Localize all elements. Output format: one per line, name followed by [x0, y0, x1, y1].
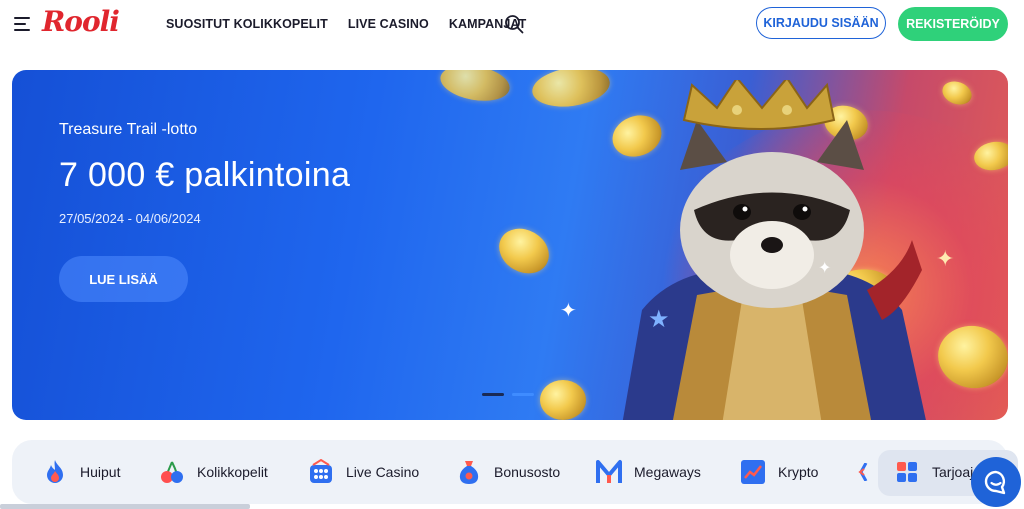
category-label: Bonusosto — [494, 464, 561, 480]
megaways-icon — [596, 459, 622, 485]
coin-decoration — [939, 77, 975, 109]
chat-support-button[interactable] — [971, 457, 1021, 507]
category-megaways[interactable]: Megaways — [596, 459, 701, 485]
hero-dates: 27/05/2024 - 04/06/2024 — [59, 211, 201, 226]
category-label: Huiput — [80, 464, 121, 480]
category-bonusosto[interactable]: Bonusosto — [456, 459, 560, 485]
hero-banner[interactable]: ✦ ★ ✦ ✦ Treasure Trail -lotto 7 000 € pa… — [12, 70, 1008, 420]
sparkle-icon: ✦ — [936, 246, 955, 271]
chart-icon — [740, 459, 766, 485]
sparkle-icon: ★ — [648, 306, 670, 333]
partial-icon — [858, 463, 868, 481]
menu-icon[interactable] — [14, 16, 32, 32]
hero-subtitle: Treasure Trail -lotto — [59, 121, 198, 138]
sparkle-icon: ✦ — [560, 300, 577, 322]
coin-decoration — [437, 70, 513, 106]
category-huiput[interactable]: Huiput — [42, 459, 120, 485]
login-button[interactable]: KIRJAUDU SISÄÄN — [756, 7, 886, 39]
category-krypto[interactable]: Krypto — [740, 459, 818, 485]
chat-bubble-icon — [984, 470, 1006, 495]
cherries-icon — [159, 459, 185, 485]
category-kolikkopelit[interactable]: Kolikkopelit — [159, 459, 268, 485]
coin-decoration — [540, 380, 586, 420]
providers-icon — [894, 459, 920, 485]
category-tarjoaja[interactable]: Tarjoaja — [894, 459, 981, 485]
horizontal-scrollbar[interactable] — [0, 504, 250, 509]
category-live-casino[interactable]: Live Casino — [308, 459, 419, 485]
category-label: Krypto — [778, 464, 819, 480]
category-label: Kolikkopelit — [197, 464, 268, 480]
money-bag-icon — [456, 459, 482, 485]
carousel-dot-2[interactable] — [512, 393, 534, 396]
nav-live-casino[interactable]: LIVE CASINO — [348, 17, 429, 31]
category-bar: Huiput Kolikkopelit Live Casino Bonusost… — [12, 440, 1018, 504]
category-label: Live Casino — [346, 464, 420, 480]
carousel-dot-1[interactable] — [482, 393, 504, 396]
site-header: Rooli SUOSITUT KOLIKKOPELIT LIVE CASINO … — [0, 0, 1024, 48]
category-partial-icon — [858, 459, 868, 485]
carousel-indicators — [482, 393, 534, 396]
coin-decoration — [490, 219, 558, 283]
site-logo[interactable]: Rooli — [42, 5, 120, 38]
sparkle-icon: ✦ — [818, 260, 832, 277]
search-icon[interactable] — [504, 14, 524, 34]
read-more-button[interactable]: LUE LISÄÄ — [59, 256, 188, 302]
fire-icon — [42, 459, 68, 485]
register-button[interactable]: REKISTERÖIDY — [898, 7, 1008, 41]
main-nav: SUOSITUT KOLIKKOPELIT LIVE CASINO KAMPAN… — [166, 17, 546, 31]
nav-popular-slots[interactable]: SUOSITUT KOLIKKOPELIT — [166, 17, 328, 31]
category-label: Megaways — [634, 464, 701, 480]
casino-table-icon — [308, 459, 334, 485]
raccoon-king-illustration — [622, 80, 926, 420]
hero-title: 7 000 € palkintoina — [59, 156, 351, 194]
coin-decoration — [529, 70, 613, 112]
